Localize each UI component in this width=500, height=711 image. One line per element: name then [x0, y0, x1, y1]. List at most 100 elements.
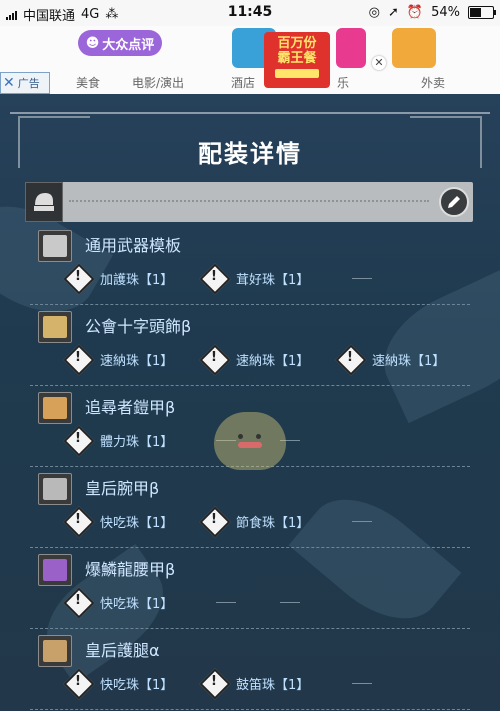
equipment-name: 公會十字頭飾β — [85, 317, 192, 336]
decoration-slot[interactable]: 速納珠【1】 — [202, 347, 338, 371]
jewel-icon — [202, 671, 228, 695]
decoration-slot[interactable]: 茸好珠【1】 — [202, 266, 338, 290]
pencil-icon — [448, 196, 460, 208]
equipment-row[interactable]: 通用武器模板加護珠【1】 茸好珠【1】 — [30, 224, 470, 305]
mascot-overlay[interactable] — [214, 412, 286, 470]
equipment-name: 皇后腕甲β — [85, 479, 160, 498]
decoration-slot[interactable]: 體力珠【1】 — [66, 428, 202, 452]
decoration-slots: 體力珠【1】 — [66, 428, 330, 452]
jewel-icon — [202, 347, 228, 371]
ad-category[interactable]: 外卖 — [398, 74, 468, 91]
battery-percent: 54% — [431, 5, 460, 20]
equipment-name: 追尋者鎧甲β — [85, 398, 176, 417]
equipment-icon-fill — [43, 316, 67, 338]
arm-icon — [38, 473, 72, 505]
decoration-name: 節食珠【1】 — [236, 515, 310, 531]
empty-slot[interactable] — [280, 602, 300, 603]
status-right: ◎ ➚ ⏰ 54% — [368, 5, 496, 20]
page-title: 配装详情 — [198, 140, 302, 168]
close-icon: ✕ — [3, 75, 15, 91]
ad-dismiss-icon[interactable]: ✕ — [372, 56, 386, 70]
jewel-icon — [66, 590, 92, 614]
ad-banner[interactable]: ☻ 大众点评 百万份 霸王餐 ✕ 美食 电影/演出 酒店 乐 外卖 ✕ 广告 — [0, 26, 500, 94]
jewel-icon — [66, 266, 92, 290]
orientation-lock-icon: ◎ — [368, 5, 380, 20]
jewel-icon — [338, 347, 364, 371]
helmet-icon — [34, 193, 54, 211]
decoration-name: 快吃珠【1】 — [100, 596, 174, 612]
decoration-name: 茸好珠【1】 — [236, 272, 310, 288]
equipment-row[interactable]: 皇后腕甲β 快吃珠【1】 節食珠【1】 — [30, 467, 470, 548]
decoration-name: 加護珠【1】 — [100, 272, 174, 288]
ad-close-button[interactable]: ✕ 广告 — [0, 72, 50, 94]
battery-icon — [468, 6, 496, 19]
ad-tile-takeout — [392, 28, 436, 68]
ad-category[interactable]: 乐 — [288, 74, 398, 91]
equipment-icon-fill — [43, 640, 67, 662]
equipment-icon-fill — [43, 397, 67, 419]
ad-label: 广告 — [17, 77, 40, 90]
empty-slot[interactable] — [352, 683, 372, 684]
person-icon: ☻ — [85, 35, 100, 51]
decoration-slot[interactable]: 快吃珠【1】 — [66, 509, 202, 533]
ad-tile-fun — [336, 28, 366, 68]
ad-logo-text: 大众点评 — [102, 37, 155, 53]
equipment-row[interactable]: 皇后護腿α 快吃珠【1】 鼓笛珠【1】 — [30, 629, 470, 710]
decoration-name: 速納珠【1】 — [236, 353, 310, 369]
decoration-name: 鼓笛珠【1】 — [236, 677, 310, 693]
decoration-slot[interactable]: 節食珠【1】 — [202, 509, 338, 533]
decoration-slot[interactable]: 速納珠【1】 — [66, 347, 202, 371]
decoration-slot[interactable]: 速納珠【1】 — [338, 347, 474, 371]
ad-categories: 美食 电影/演出 酒店 乐 外卖 — [58, 74, 468, 91]
loadout-screen: 配装详情 通用武器模板加護珠【1】茸好珠【1】公會十字頭飾β速納珠【1】速納珠【… — [0, 94, 500, 711]
chest-icon — [38, 392, 72, 424]
ad-logo[interactable]: ☻ 大众点评 — [78, 30, 162, 56]
ad-promo-line1: 百万份 — [277, 36, 317, 51]
decoration-slot[interactable]: 快吃珠【1】 — [66, 590, 202, 614]
decoration-name: 速納珠【1】 — [100, 353, 174, 369]
decoration-slot[interactable]: 快吃珠【1】 — [66, 671, 202, 695]
jewel-icon — [202, 266, 228, 290]
ad-category[interactable]: 美食 — [58, 74, 118, 91]
decoration-slots: 快吃珠【1】 — [66, 590, 330, 614]
jewel-icon — [202, 509, 228, 533]
equipment-name: 爆鱗龍腰甲β — [85, 560, 176, 579]
decoration-slots: 快吃珠【1】 節食珠【1】 — [66, 509, 402, 533]
empty-slot[interactable] — [352, 521, 372, 522]
status-bar: 中国联通 4G ⁂ 11:45 ◎ ➚ ⏰ 54% — [0, 0, 500, 26]
mascot-eye — [256, 434, 261, 439]
waist-icon — [38, 554, 72, 586]
decoration-name: 速納珠【1】 — [372, 353, 446, 369]
jewel-icon — [66, 509, 92, 533]
jewel-icon — [66, 347, 92, 371]
equipment-row[interactable]: 爆鱗龍腰甲β 快吃珠【1】 — [30, 548, 470, 629]
decoration-name: 體力珠【1】 — [100, 434, 174, 450]
empty-slot[interactable] — [216, 602, 236, 603]
weapon-icon — [38, 230, 72, 262]
equipment-icon-fill — [43, 235, 67, 257]
ad-promo-line2: 霸王餐 — [277, 51, 317, 66]
edit-button[interactable] — [439, 187, 469, 217]
equipment-icon-fill — [43, 478, 67, 500]
equipment-row[interactable]: 公會十字頭飾β 速納珠【1】 速納珠【1】 速納珠【1】 — [30, 305, 470, 386]
equipment-name: 通用武器模板 — [85, 236, 182, 255]
ad-category[interactable]: 电影/演出 — [118, 74, 198, 91]
decoration-slot[interactable]: 鼓笛珠【1】 — [202, 671, 338, 695]
mascot-mouth — [238, 442, 262, 448]
ad-category[interactable]: 酒店 — [198, 74, 288, 91]
decoration-slots: 速納珠【1】 速納珠【1】 速納珠【1】 — [66, 347, 474, 371]
equipment-name: 皇后護腿α — [85, 641, 160, 660]
battery-fill — [470, 8, 481, 17]
leg-icon — [38, 635, 72, 667]
decoration-slots: 快吃珠【1】 鼓笛珠【1】 — [66, 671, 402, 695]
decoration-name: 快吃珠【1】 — [100, 515, 174, 531]
decoration-slot[interactable]: 加護珠【1】 — [66, 266, 202, 290]
helmet-icon — [38, 311, 72, 343]
loadout-icon — [25, 182, 63, 222]
loadout-name-bar — [25, 182, 473, 222]
equipment-icon-fill — [43, 559, 67, 581]
location-icon: ➚ — [388, 5, 399, 20]
jewel-icon — [66, 428, 92, 452]
decoration-slots: 加護珠【1】 茸好珠【1】 — [66, 266, 402, 290]
empty-slot[interactable] — [352, 278, 372, 279]
